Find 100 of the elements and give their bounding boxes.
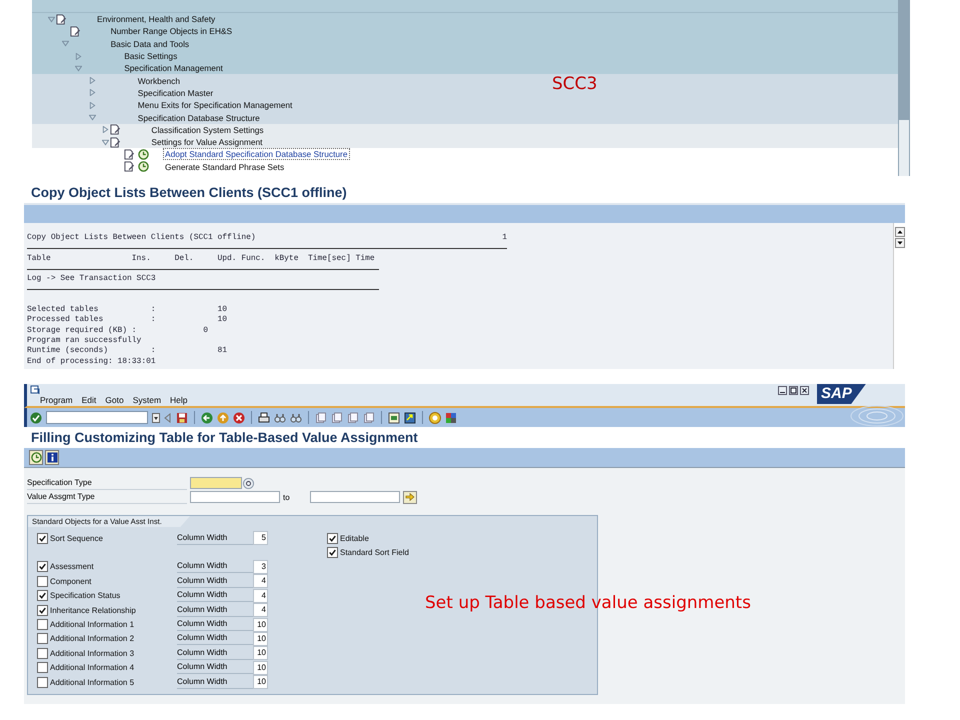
tree-item[interactable]: Specification Management	[122, 62, 225, 74]
clock-icon[interactable]	[138, 161, 149, 172]
column-width-field[interactable]: 3	[253, 560, 268, 574]
dropdown-icon[interactable]	[152, 412, 160, 422]
cancel-icon[interactable]	[233, 412, 245, 424]
checkbox-label[interactable]: Editable	[340, 534, 369, 543]
document-icon[interactable]	[56, 14, 67, 25]
checkbox-label[interactable]: Additional Information 3	[50, 648, 134, 658]
menu-item[interactable]: Program	[40, 395, 73, 405]
shortcut-icon[interactable]	[404, 412, 416, 424]
multiple-selection-button[interactable]	[403, 490, 417, 504]
menu-item[interactable]: Help	[170, 395, 188, 405]
document-icon[interactable]	[110, 136, 122, 148]
checkbox[interactable]	[37, 648, 48, 659]
checkbox[interactable]	[327, 532, 338, 544]
checkbox[interactable]	[37, 619, 48, 630]
column-width-field[interactable]: 10	[253, 618, 268, 632]
page-nav-icon[interactable]	[347, 412, 359, 424]
info-icon	[46, 452, 58, 463]
checkbox[interactable]	[37, 576, 48, 587]
column-width-field[interactable]: 5	[253, 531, 268, 546]
field-label: Value Assgmt Type	[27, 490, 187, 504]
enter-icon[interactable]	[30, 412, 42, 424]
column-width-field[interactable]: 10	[253, 675, 268, 690]
checkbox-label[interactable]: Specification Status	[50, 591, 120, 600]
value-assignment-type-to-field[interactable]	[310, 491, 400, 503]
checkbox-label[interactable]: Assessment	[50, 562, 94, 572]
checkbox[interactable]	[37, 532, 48, 544]
find-next-icon[interactable]	[290, 412, 302, 424]
document-icon[interactable]	[70, 26, 81, 37]
clock-icon[interactable]	[138, 148, 149, 160]
expanded-arrow-icon[interactable]	[102, 138, 110, 146]
column-width-field[interactable]: 10	[253, 632, 268, 646]
menu-item[interactable]: Edit	[82, 395, 96, 405]
checkbox[interactable]	[37, 662, 48, 674]
tree-item[interactable]: Specification Master	[136, 86, 216, 99]
tree-item[interactable]: Basic Data and Tools	[108, 38, 192, 50]
command-field[interactable]	[46, 411, 148, 424]
value-assignment-type-from-field[interactable]	[190, 491, 280, 503]
minimize-icon[interactable]	[778, 386, 787, 395]
checkbox[interactable]	[37, 590, 48, 602]
window-menu-icon[interactable]	[30, 385, 40, 395]
info-button[interactable]	[45, 450, 59, 465]
tree-item[interactable]: Settings for Value Assignment	[149, 136, 264, 148]
scroll-up-icon[interactable]	[895, 227, 905, 237]
checkbox[interactable]	[37, 561, 48, 572]
tree-item[interactable]: Environment, Health and Safety	[95, 13, 218, 26]
close-icon[interactable]	[800, 386, 809, 395]
column-width-field[interactable]: 4	[253, 588, 268, 603]
page-nav-icon[interactable]	[315, 412, 327, 424]
checkbox-label[interactable]: Additional Information 4	[50, 663, 134, 672]
tree-item[interactable]: Workbench	[136, 74, 182, 87]
annotation-text: Set up Table based value assignments	[425, 593, 751, 613]
clock-icon	[30, 452, 42, 463]
collapsed-arrow-icon[interactable]	[102, 126, 110, 134]
tree-item[interactable]: Number Range Objects in EH&S	[108, 25, 234, 38]
document-icon[interactable]	[124, 148, 135, 160]
maximize-icon[interactable]	[789, 386, 798, 395]
scrollbar[interactable]	[898, 0, 910, 176]
tree-item[interactable]: Specification Database Structure	[136, 112, 262, 124]
tree-item[interactable]: Generate Standard Phrase Sets	[163, 160, 286, 173]
checkbox-label[interactable]: Additional Information 2	[50, 634, 134, 644]
print-icon[interactable]	[258, 412, 270, 424]
checkbox-label[interactable]: Additional Information 1	[50, 620, 134, 630]
menu-item[interactable]: System	[132, 395, 162, 405]
tree-item[interactable]: Menu Exits for Specification Management	[136, 99, 294, 112]
back-icon[interactable]	[201, 412, 213, 424]
checkbox-label[interactable]: Inheritance Relationship	[50, 606, 136, 615]
tree-item[interactable]: Basic Settings	[122, 50, 180, 62]
column-width-field[interactable]: 10	[253, 660, 268, 675]
checkbox-label[interactable]: Standard Sort Field	[340, 548, 409, 558]
execute-button[interactable]	[29, 450, 43, 465]
specification-type-field[interactable]	[190, 477, 242, 489]
arrow-icon	[405, 492, 415, 502]
save-icon[interactable]	[176, 412, 188, 424]
checkbox-label[interactable]: Additional Information 5	[50, 678, 134, 687]
checkbox[interactable]	[37, 604, 48, 616]
new-session-icon[interactable]	[388, 412, 400, 424]
column-width-field[interactable]: 4	[253, 603, 268, 618]
page-nav-icon[interactable]	[363, 412, 375, 424]
layout-icon[interactable]	[445, 412, 457, 424]
page-nav-icon[interactable]	[331, 412, 343, 424]
column-width-field[interactable]: 10	[253, 646, 268, 660]
tree-item[interactable]: Classification System Settings	[149, 124, 266, 136]
search-help-icon[interactable]	[243, 478, 254, 488]
checkbox[interactable]	[327, 547, 338, 558]
document-icon[interactable]	[124, 161, 135, 172]
tree-item[interactable]: Adopt Standard Specification Database Structure	[163, 148, 350, 160]
find-icon[interactable]	[274, 412, 286, 424]
checkbox-label[interactable]: Sort Sequence	[50, 534, 103, 543]
menu-item[interactable]: Goto	[105, 395, 124, 405]
checkbox[interactable]	[37, 633, 48, 644]
checkbox[interactable]	[37, 676, 48, 688]
document-icon[interactable]	[110, 124, 122, 136]
scroll-down-icon[interactable]	[895, 238, 905, 248]
checkbox-label[interactable]: Component	[50, 576, 92, 586]
screen-title: Copy Object Lists Between Clients (SCC1 offline)	[31, 185, 348, 202]
range-label: to	[282, 492, 291, 502]
column-width-field[interactable]: 4	[253, 574, 268, 588]
help-icon[interactable]	[429, 412, 441, 424]
